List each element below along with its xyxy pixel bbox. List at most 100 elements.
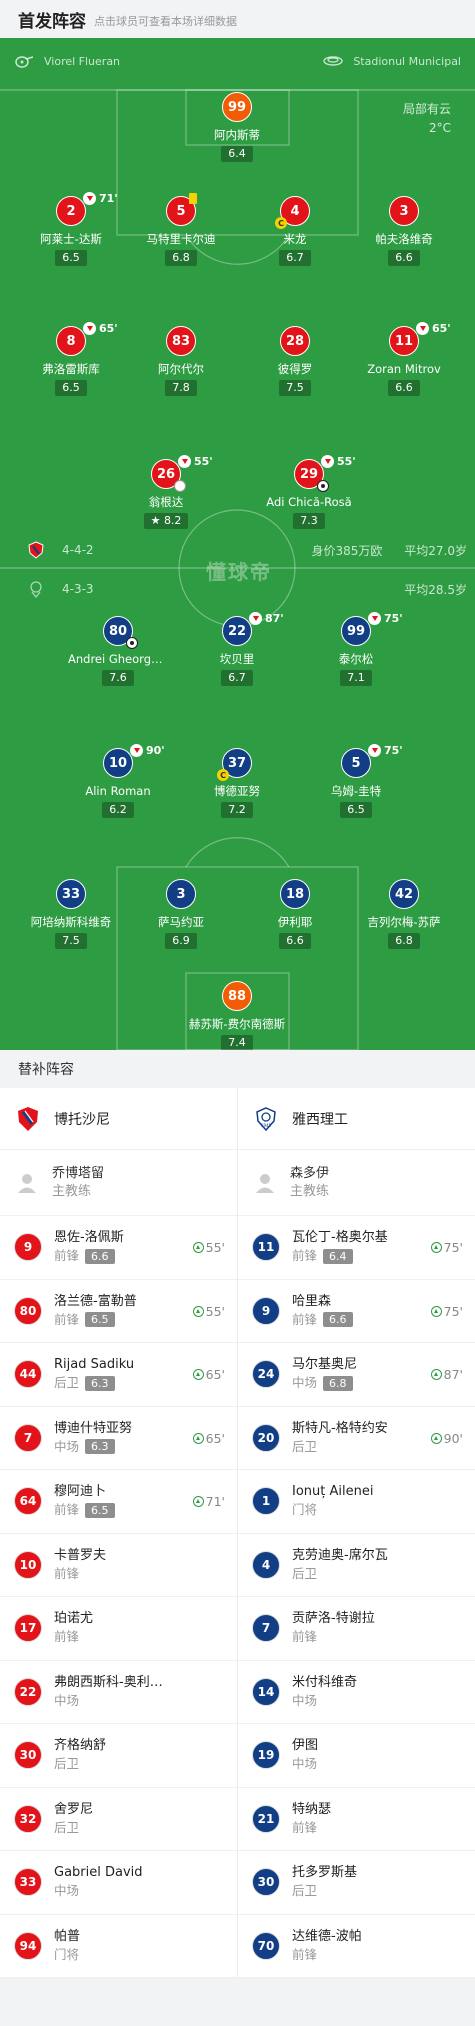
coach-role: 主教练 xyxy=(52,1183,92,1199)
player-rating: 7.5 xyxy=(279,380,311,396)
sub-out-icon xyxy=(368,612,381,625)
sub-out-badge: 87' xyxy=(249,612,284,625)
player-position: 前锋 xyxy=(292,1248,318,1264)
home-player[interactable]: 5 马特里卡尔迪 6.8 xyxy=(131,193,231,266)
player-rating: 6.8 xyxy=(323,1375,353,1391)
home-player[interactable]: 28 彼得罗 7.5 xyxy=(245,326,345,396)
substitute-row[interactable]: 9 哈里森 前锋 6.6 75' xyxy=(238,1280,475,1343)
home-player[interactable]: 83 阿尔代尔 7.8 xyxy=(131,326,231,396)
player-name: 洛兰德-富勒普 xyxy=(54,1293,137,1309)
substitute-row[interactable]: 24 马尔基奥尼 中场 6.8 87' xyxy=(238,1343,475,1407)
away-player[interactable]: 37 C 博德亚努 7.2 xyxy=(187,748,287,818)
home-player[interactable]: 4 C 米龙 6.7 xyxy=(245,196,345,266)
home-player[interactable]: 8 65' 弗洛雷斯库 6.5 xyxy=(21,322,121,396)
substitute-row[interactable]: 7 贡萨洛-特谢拉 前锋 xyxy=(238,1597,475,1661)
player-position: 中场 xyxy=(54,1692,80,1708)
away-player[interactable]: 99 75' 泰尔松 7.1 xyxy=(306,612,406,686)
player-position: 后卫 xyxy=(292,1565,318,1581)
player-rating: 6.7 xyxy=(279,250,311,266)
away-avg-age: 平均28.5岁 xyxy=(404,582,467,597)
substitute-row[interactable]: 33 Gabriel David 中场 xyxy=(0,1851,237,1915)
player-name: 赫苏斯-费尔南德斯 xyxy=(188,1017,286,1031)
player-name: 博德亚努 xyxy=(214,784,260,798)
sub-out-icon xyxy=(83,192,96,205)
substitute-row[interactable]: 7 博迪什特亚努 中场 6.3 65' xyxy=(0,1407,237,1470)
jersey-number: 99 xyxy=(222,92,252,122)
substitute-row[interactable]: 10 卡普罗夫 前锋 xyxy=(0,1534,237,1597)
stadium: Stadionul Municipal xyxy=(323,54,461,68)
substitutes-section: 替补阵容 博托沙尼 乔博塔留 主教练 9 恩佐-洛佩斯 前锋 6.6 55' 80 洛兰德-富… xyxy=(0,1050,475,2026)
home-player[interactable]: 2 71' 阿莱士-达斯 6.5 xyxy=(21,192,121,266)
away-player[interactable]: 10 90' Alin Roman 6.2 xyxy=(68,744,168,818)
home-player[interactable]: 29 55' Adi Chică-Rosă 7.3 xyxy=(259,455,359,529)
away-team-logo-icon: 1945 xyxy=(256,1106,276,1131)
player-name: Adi Chică-Rosă xyxy=(266,495,352,509)
substitute-row[interactable]: 11 瓦伦丁-格奥尔基 前锋 6.4 75' xyxy=(238,1216,475,1280)
substitute-row[interactable]: 44 Rijad Sadiku 后卫 6.3 65' xyxy=(0,1343,237,1407)
jersey-number: 37 xyxy=(227,755,247,771)
player-position: 门将 xyxy=(54,1946,80,1962)
jersey-number: 4 xyxy=(252,1550,280,1579)
player-name: Alin Roman xyxy=(85,784,151,798)
away-team-row[interactable]: 1945 雅西理工 xyxy=(238,1088,475,1150)
substitute-row[interactable]: 32 舍罗尼 后卫 xyxy=(0,1788,237,1851)
substitute-row[interactable]: 94 帕普 门将 xyxy=(0,1915,237,1978)
jersey-number: 9 xyxy=(14,1233,42,1262)
jersey-number: 22 xyxy=(227,623,247,639)
player-rating: 6.7 xyxy=(221,670,253,686)
player-name: 翁根达 xyxy=(148,495,184,509)
substitute-row[interactable]: 30 托多罗斯基 后卫 xyxy=(238,1851,475,1915)
jersey-number: 30 xyxy=(14,1741,42,1770)
jersey-number: 5 xyxy=(176,203,186,219)
sub-out-badge: 75' xyxy=(368,744,403,757)
player-rating: 7.4 xyxy=(221,1035,253,1050)
home-player[interactable]: 99 阿内斯蒂 6.4 xyxy=(187,92,287,162)
away-coach[interactable]: 森多伊 主教练 xyxy=(238,1150,475,1216)
player-rating: 6.6 xyxy=(85,1248,115,1264)
away-player[interactable]: 18 伊利耶 6.6 xyxy=(245,879,345,949)
substitute-row[interactable]: 30 齐格纳舒 后卫 xyxy=(0,1724,237,1788)
home-player[interactable]: 26 55' 翁根达 ★ 8.2 xyxy=(116,455,216,529)
away-player[interactable]: 33 阿培纳斯科维奇 7.5 xyxy=(21,879,121,949)
star-icon: ★ xyxy=(150,514,161,527)
coach-role: 主教练 xyxy=(290,1183,330,1199)
substitute-row[interactable]: 70 达维德-波帕 前锋 xyxy=(238,1915,475,1978)
home-coach[interactable]: 乔博塔留 主教练 xyxy=(0,1150,237,1216)
away-player[interactable]: 42 吉列尔梅-苏萨 6.8 xyxy=(354,879,454,949)
substitute-row[interactable]: 1 Ionuț Ailenei 门将 xyxy=(238,1470,475,1534)
jersey-number: 9 xyxy=(252,1296,280,1325)
away-player[interactable]: 80 Andrei Gheorghiță 7.6 xyxy=(68,616,168,686)
player-rating: 6.5 xyxy=(340,802,372,818)
substitute-row[interactable]: 9 恩佐-洛佩斯 前锋 6.6 55' xyxy=(0,1216,237,1280)
away-player[interactable]: 88 赫苏斯-费尔南德斯 7.4 xyxy=(187,981,287,1050)
player-position: 中场 xyxy=(292,1375,318,1391)
substitute-row[interactable]: 64 穆阿迪卜 前锋 6.5 71' xyxy=(0,1470,237,1534)
home-team-row[interactable]: 博托沙尼 xyxy=(0,1088,237,1150)
substitute-row[interactable]: 4 克劳迪奥-席尔瓦 后卫 xyxy=(238,1534,475,1597)
player-rating: 7.6 xyxy=(102,670,134,686)
player-name: 舍罗尼 xyxy=(54,1801,94,1817)
substitute-row[interactable]: 17 珀诺尤 前锋 xyxy=(0,1597,237,1661)
home-player[interactable]: 11 65' Zoran Mitrov 6.6 xyxy=(354,322,454,396)
jersey-number: 88 xyxy=(222,981,252,1011)
away-player[interactable]: 3 萨马约亚 6.9 xyxy=(131,879,231,949)
substitute-row[interactable]: 14 米付科维奇 中场 xyxy=(238,1661,475,1724)
substitute-row[interactable]: 20 斯特凡-格特约安 后卫 90' xyxy=(238,1407,475,1470)
sub-in-icon xyxy=(192,1305,204,1317)
sub-in-time: 87' xyxy=(430,1367,463,1382)
sub-out-badge: 55' xyxy=(321,455,356,468)
jersey-number: 10 xyxy=(14,1550,42,1579)
substitute-row[interactable]: 21 特纳瑟 前锋 xyxy=(238,1788,475,1851)
substitute-row[interactable]: 80 洛兰德-富勒普 前锋 6.5 55' xyxy=(0,1280,237,1343)
player-position: 中场 xyxy=(292,1692,318,1708)
captain-icon: C xyxy=(275,217,287,229)
player-name: 齐格纳舒 xyxy=(54,1738,107,1754)
sub-in-icon xyxy=(192,1432,204,1444)
home-player[interactable]: 3 帕夫洛维奇 6.6 xyxy=(354,196,454,266)
substitute-row[interactable]: 19 伊图 中场 xyxy=(238,1724,475,1788)
substitute-row[interactable]: 22 弗朗西斯科-奥利维拉 中场 xyxy=(0,1661,237,1724)
away-player[interactable]: 22 87' 坎贝里 6.7 xyxy=(187,612,287,686)
away-player[interactable]: 5 75' 乌姆-圭特 6.5 xyxy=(306,744,406,818)
jersey-number: 32 xyxy=(14,1804,42,1833)
player-rating: 7.8 xyxy=(165,380,197,396)
